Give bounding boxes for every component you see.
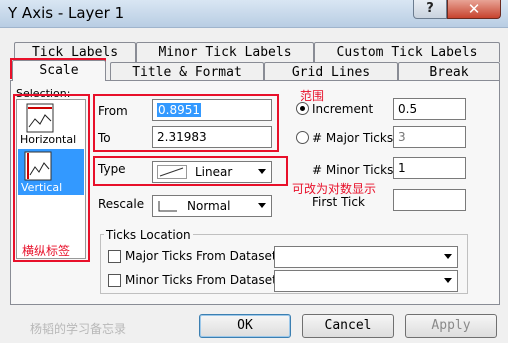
- window-title: Y Axis - Layer 1: [8, 4, 125, 22]
- first-tick-input[interactable]: [393, 189, 466, 211]
- tab-custom-tick-labels[interactable]: Custom Tick Labels: [314, 42, 500, 62]
- rescale-value: Normal: [187, 199, 231, 213]
- annotation-box-selection: [13, 94, 90, 262]
- increment-input[interactable]: 0.5: [393, 98, 466, 120]
- major-ticks-label: # Major Ticks: [312, 131, 394, 145]
- minor-ticks-dataset-checkbox[interactable]: [108, 274, 121, 287]
- rescale-select[interactable]: Normal: [152, 195, 272, 217]
- increment-label: Increment: [312, 102, 374, 116]
- chevron-down-icon: [444, 278, 452, 283]
- ticks-location-title: Ticks Location: [104, 228, 193, 242]
- tab-grid-lines[interactable]: Grid Lines: [264, 62, 398, 82]
- rescale-icon: [158, 201, 177, 212]
- ok-button[interactable]: OK: [199, 314, 291, 338]
- increment-radio[interactable]: [296, 102, 309, 115]
- chevron-down-icon: [258, 203, 266, 208]
- minor-ticks-label: # Minor Ticks: [312, 163, 394, 177]
- tab-minor-tick-labels[interactable]: Minor Tick Labels: [136, 42, 314, 62]
- minor-ticks-dataset-label: Minor Ticks From Dataset: [125, 273, 277, 287]
- cancel-button[interactable]: Cancel: [302, 314, 394, 338]
- major-ticks-dataset-checkbox[interactable]: [108, 250, 121, 263]
- help-button[interactable]: ?: [413, 0, 447, 19]
- axis-label-annotation: 横纵标签: [22, 244, 71, 258]
- major-ticks-radio[interactable]: [296, 131, 309, 144]
- major-ticks-input[interactable]: 3: [393, 126, 466, 148]
- close-button[interactable]: ✕: [447, 0, 501, 19]
- tab-scale[interactable]: Scale: [12, 60, 106, 81]
- watermark: 杨韬的学习备忘录: [30, 322, 127, 336]
- apply-button[interactable]: Apply: [405, 314, 497, 338]
- annotation-box-type: [93, 156, 288, 186]
- major-ticks-dataset-select[interactable]: [274, 246, 458, 268]
- tab-break[interactable]: Break: [398, 62, 500, 82]
- minor-ticks-dataset-select[interactable]: [274, 270, 458, 292]
- first-tick-label: First Tick: [312, 195, 365, 209]
- major-ticks-dataset-label: Major Ticks From Dataset: [125, 249, 277, 263]
- chevron-down-icon: [444, 254, 452, 259]
- annotation-box-range: [93, 94, 279, 152]
- tab-title-format[interactable]: Title & Format: [110, 62, 264, 82]
- rescale-label: Rescale: [98, 197, 145, 211]
- minor-ticks-input[interactable]: 1: [393, 157, 466, 179]
